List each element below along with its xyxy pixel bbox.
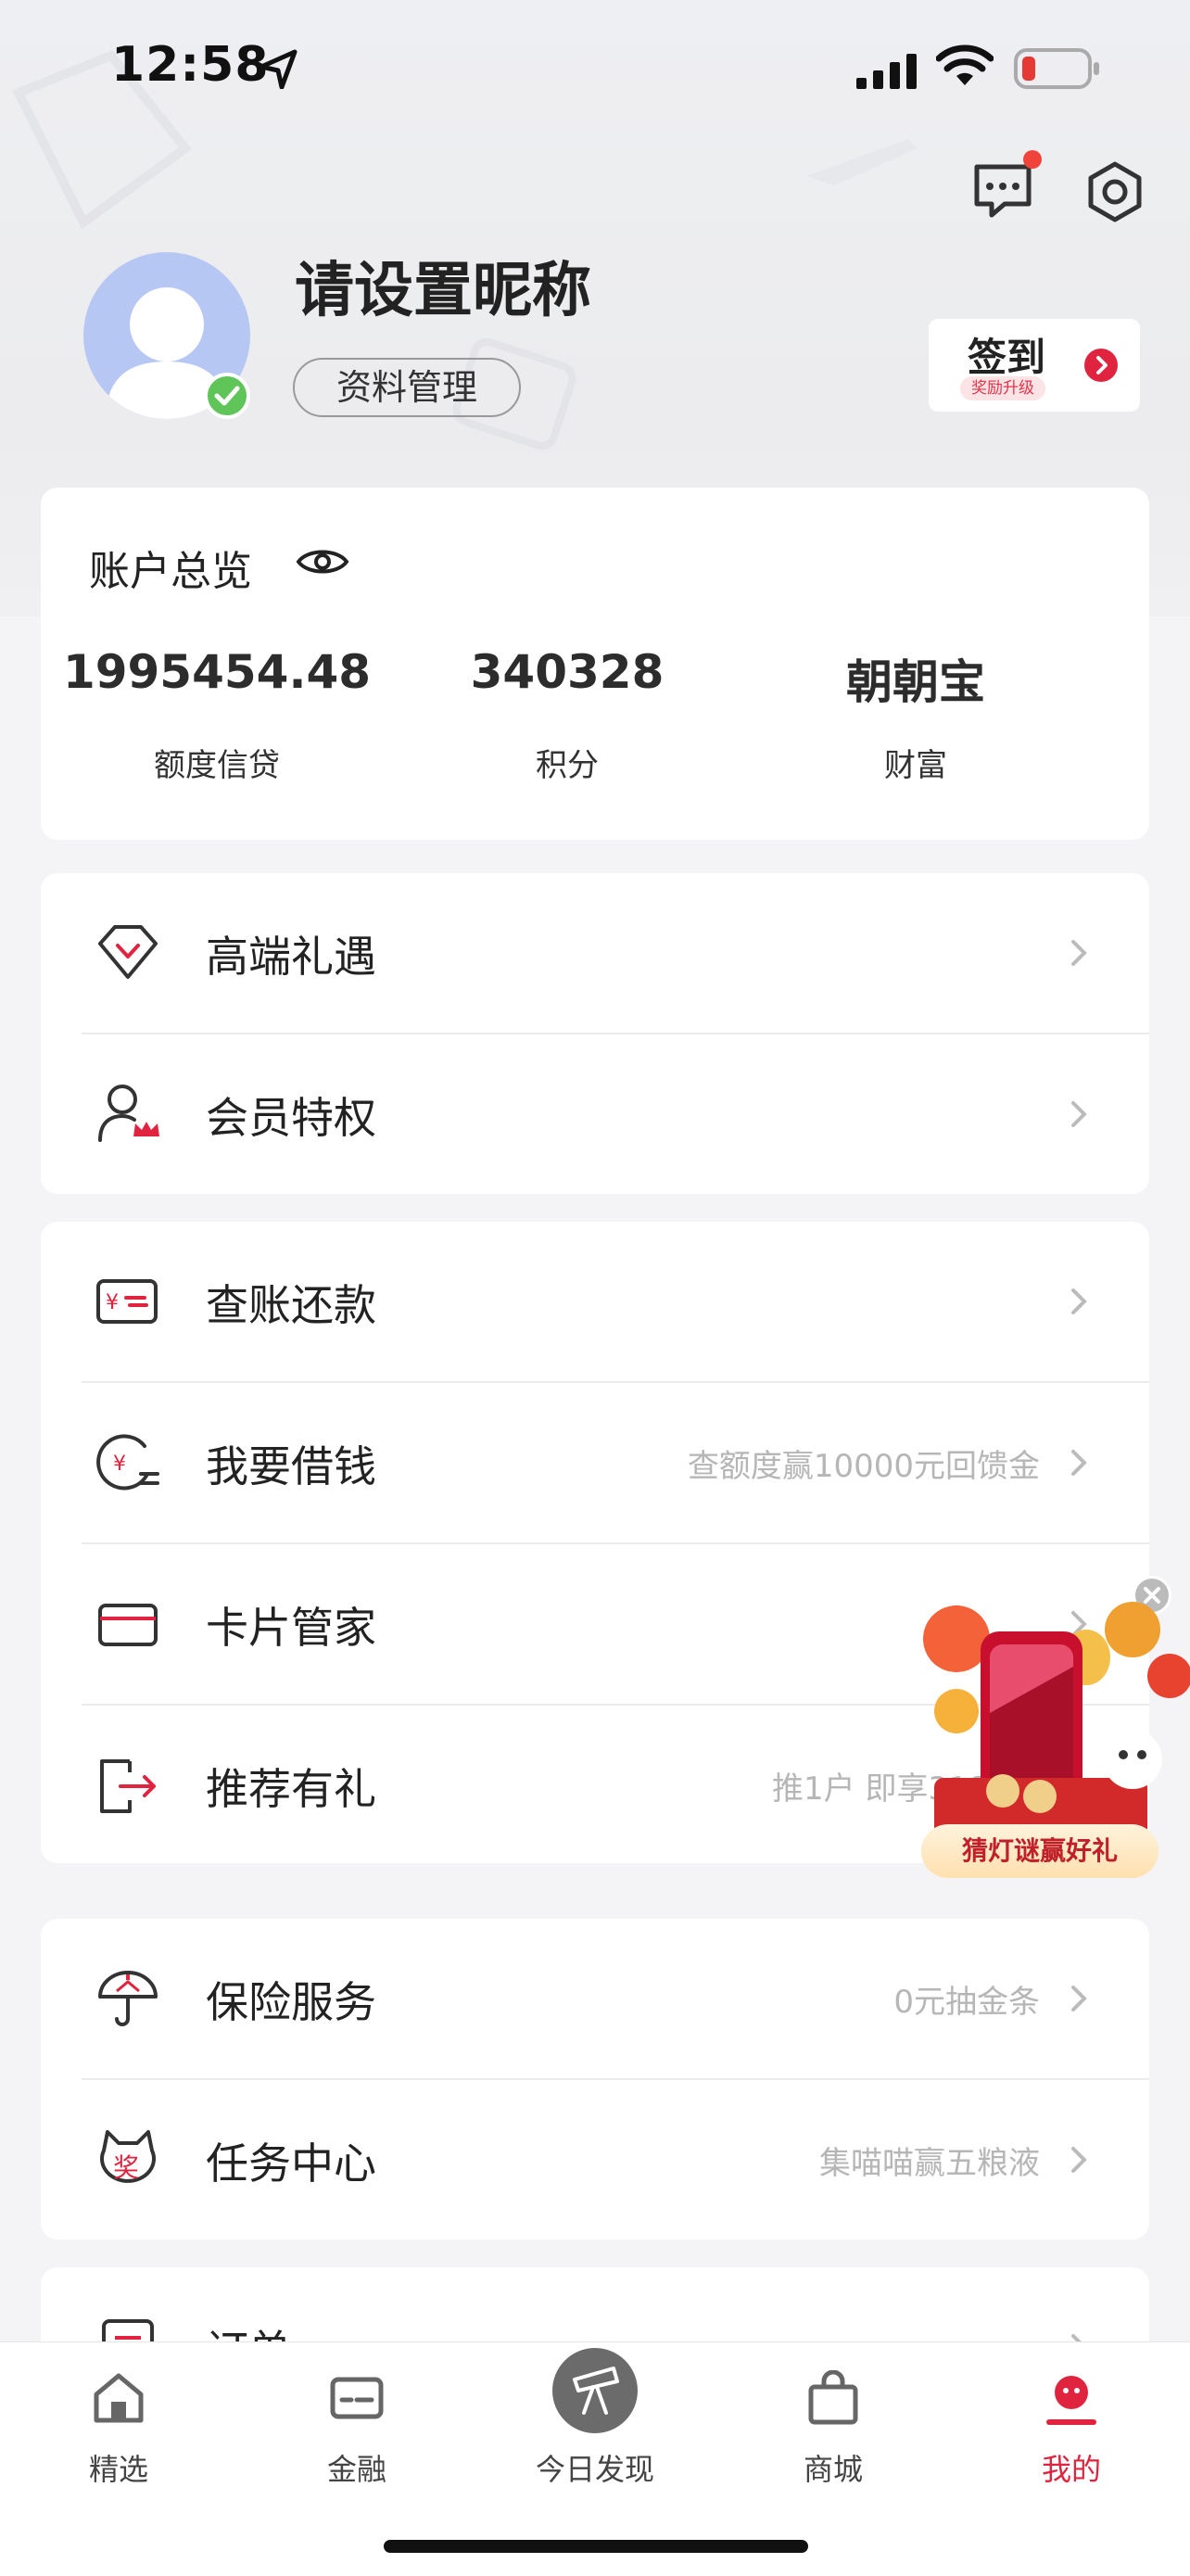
chevron-right-icon (1071, 1101, 1087, 1127)
borrow-icon: ¥ (96, 1434, 159, 1491)
stat-points-value[interactable]: 340328 (391, 645, 743, 699)
stat-wealth-label: 财富 (884, 747, 947, 784)
refer-icon (100, 1759, 156, 1813)
stat-points-label: 积分 (536, 747, 599, 784)
checkin-button[interactable]: 签到 奖励升级 (929, 319, 1140, 412)
menu-item-label: 查账还款 (206, 1280, 376, 1330)
home-icon (94, 2373, 144, 2423)
checkin-badge: 奖励升级 (960, 376, 1045, 400)
menu-item-borrow[interactable]: ¥ 我要借钱 查额度赢10000元回馈金 (41, 1383, 1149, 1542)
menu-item-label: 任务中心 (206, 2138, 376, 2189)
notification-dot (1023, 150, 1042, 169)
menu-item-bill-repay[interactable]: ¥ 查账还款 (41, 1222, 1149, 1381)
umbrella-icon (98, 1971, 158, 2026)
home-indicator (384, 2540, 808, 2553)
menu-item-label: 我要借钱 (206, 1441, 376, 1491)
message-button[interactable] (971, 150, 1042, 221)
tab-mall[interactable]: 商城 (715, 2342, 952, 2509)
tab-discover[interactable]: 今日发现 (476, 2342, 714, 2509)
checkin-label: 签到 (968, 335, 1046, 380)
diamond-icon (98, 925, 158, 979)
menu-item-label: 保险服务 (206, 1977, 376, 2027)
tab-mine[interactable]: 我的 (953, 2342, 1190, 2509)
status-time: 12:58 (111, 37, 270, 93)
bill-repay-icon: ¥ (96, 1279, 158, 1324)
menu-item-label: 卡片管家 (206, 1603, 376, 1653)
chevron-right-icon (1096, 356, 1108, 374)
cellular-signal-icon (856, 54, 917, 89)
chevron-right-icon (1071, 1986, 1087, 2011)
profile-icon (1046, 2376, 1096, 2425)
menu-item-label: 会员特权 (206, 1093, 376, 1143)
stat-credit-label: 额度信贷 (154, 747, 280, 784)
menu-item-subtitle: 查额度赢10000元回馈金 (687, 1448, 1040, 1485)
wifi-icon (936, 44, 994, 85)
status-bar: 12:58 (0, 0, 1190, 139)
svg-text:¥: ¥ (106, 1291, 119, 1314)
nickname[interactable]: 请设置昵称 (295, 243, 591, 328)
member-crown-icon (98, 1085, 159, 1142)
menu-item-label: 高端礼遇 (206, 932, 376, 982)
svg-text:奖: 奖 (113, 2152, 139, 2183)
eye-icon[interactable] (295, 543, 350, 580)
menu-item-member-privileges[interactable]: 会员特权 (41, 1034, 1149, 1194)
shopping-bag-icon (808, 2370, 858, 2425)
settings-hexagon-icon (1088, 161, 1142, 222)
menu-group-more: 保险服务 0元抽金条 奖 任务中心 集喵喵赢五粮液 (41, 1919, 1149, 2240)
chevron-right-icon (1071, 1450, 1087, 1476)
overview-title: 账户总览 (89, 548, 252, 595)
settings-button[interactable] (1082, 159, 1147, 224)
menu-item-label: 推荐有礼 (206, 1764, 376, 1814)
telescope-icon (552, 2348, 638, 2433)
profile-manage-button[interactable]: 资料管理 (293, 358, 521, 417)
task-center-icon: 奖 (100, 2130, 156, 2183)
promo-floating-banner[interactable]: 猜灯谜赢好礼 (901, 1602, 1190, 1908)
tab-label: 精选 (88, 2452, 148, 2487)
checkin-arrow (1084, 349, 1118, 382)
menu-item-subtitle: 0元抽金条 (893, 1984, 1040, 2021)
stat-wealth-value[interactable]: 朝朝宝 (740, 645, 1092, 712)
battery-low-icon (1014, 48, 1099, 89)
account-overview-card: 账户总览 1995454.48 额度信贷 340328 积分 朝朝宝 财富 (41, 488, 1149, 840)
tab-label: 金融 (326, 2452, 386, 2487)
finance-card-icon (330, 2377, 384, 2419)
menu-item-premium-gifts[interactable]: 高端礼遇 (41, 873, 1149, 1033)
card-icon (98, 1604, 158, 1646)
location-arrow-icon (259, 49, 298, 89)
menu-item-insurance[interactable]: 保险服务 0元抽金条 (41, 1919, 1149, 2078)
tab-home[interactable]: 精选 (0, 2342, 237, 2509)
svg-text:¥: ¥ (113, 1453, 126, 1476)
tab-label: 商城 (803, 2452, 863, 2487)
chevron-right-icon (1071, 2147, 1087, 2173)
checkmark-icon (214, 386, 240, 406)
tab-label: 我的 (1041, 2452, 1101, 2487)
promo-label: 猜灯谜赢好礼 (921, 1824, 1158, 1878)
chevron-right-icon (1071, 1288, 1087, 1314)
verified-badge (204, 373, 250, 419)
tab-finance[interactable]: 金融 (238, 2342, 475, 2509)
message-bubble-icon (974, 164, 1032, 218)
chevron-right-icon (1071, 940, 1087, 966)
menu-item-subtitle: 集喵喵赢五粮液 (819, 2145, 1040, 2182)
menu-item-task-center[interactable]: 奖 任务中心 集喵喵赢五粮液 (41, 2080, 1149, 2240)
tab-label: 今日发现 (535, 2452, 654, 2487)
menu-group-privileges: 高端礼遇 会员特权 (41, 873, 1149, 1194)
stat-credit-value[interactable]: 1995454.48 (41, 645, 393, 699)
